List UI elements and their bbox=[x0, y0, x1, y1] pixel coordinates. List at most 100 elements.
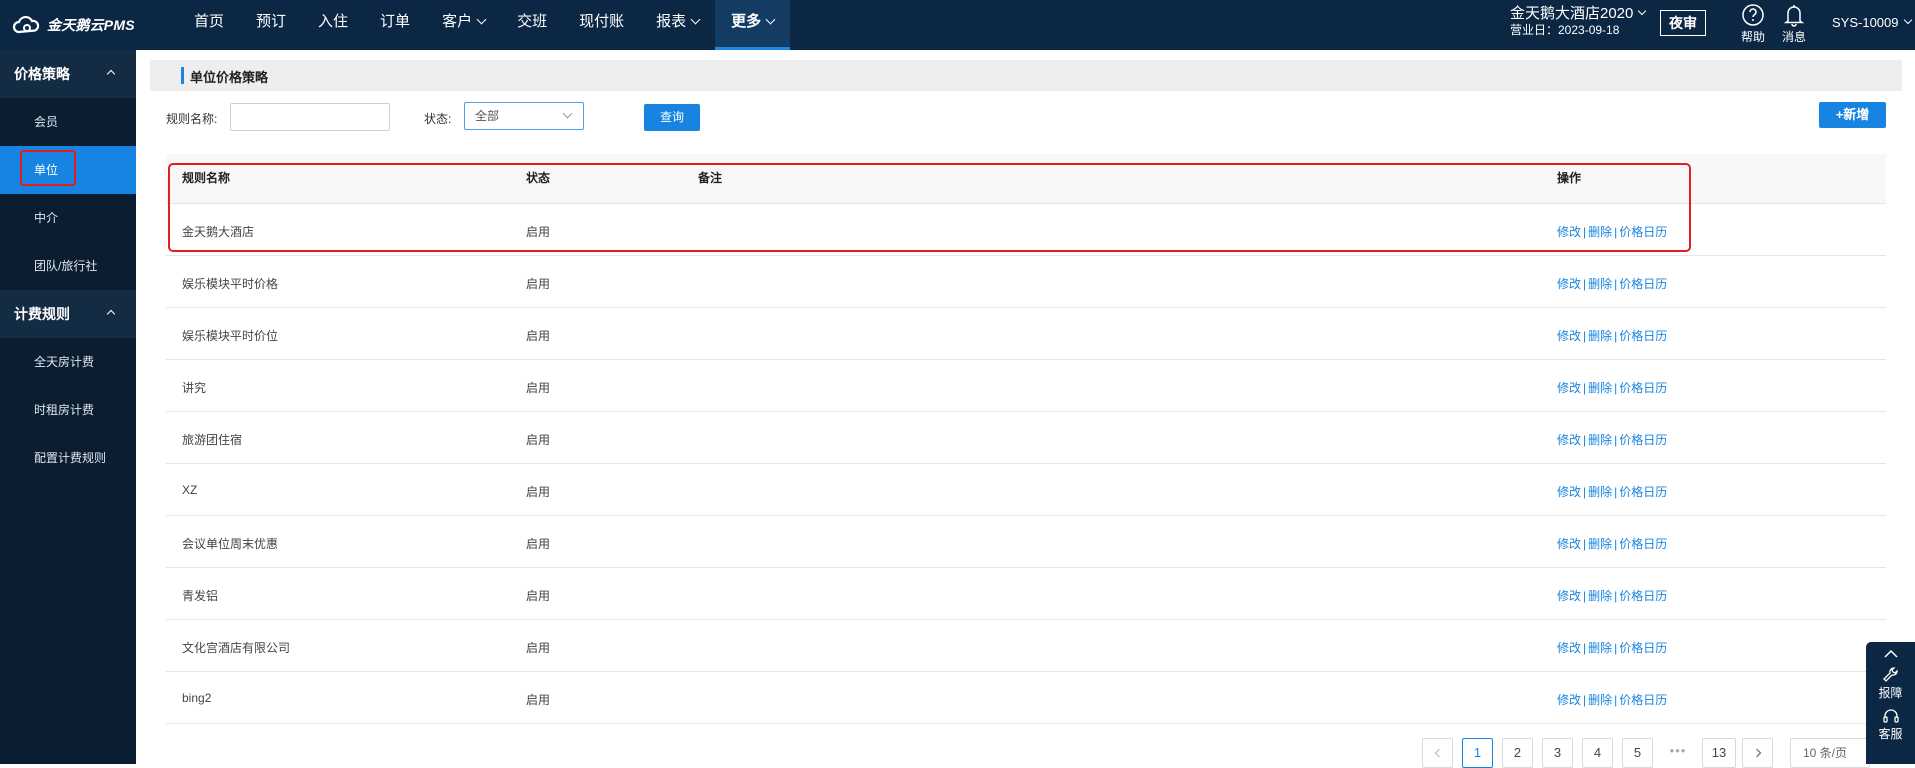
nav-item-2[interactable]: 入住 bbox=[302, 0, 364, 50]
edit-link[interactable]: 修改 bbox=[1557, 537, 1581, 551]
delete-link[interactable]: 删除 bbox=[1588, 381, 1612, 395]
messages-button[interactable]: 消息 bbox=[1777, 2, 1811, 45]
cell-rule-name: 青发铝 bbox=[182, 589, 219, 603]
bell-icon bbox=[1783, 5, 1805, 27]
service-label: 客服 bbox=[1878, 727, 1903, 741]
app-logo[interactable]: 金天鹅云PMS bbox=[12, 12, 135, 38]
page-title: 单位价格策略 bbox=[190, 70, 269, 85]
nav-item-5[interactable]: 交班 bbox=[501, 0, 563, 50]
sidebar-item-label: 全天房计费 bbox=[34, 355, 95, 369]
pagination-ellipsis[interactable]: ••• bbox=[1664, 738, 1692, 764]
cell-ops: 修改 | 删除 | 价格日历 bbox=[1557, 327, 1667, 344]
ops-separator: | bbox=[1583, 485, 1587, 499]
delete-link[interactable]: 删除 bbox=[1588, 329, 1612, 343]
ops-separator: | bbox=[1614, 433, 1618, 447]
edit-link[interactable]: 修改 bbox=[1557, 641, 1581, 655]
edit-link[interactable]: 修改 bbox=[1557, 589, 1581, 603]
edit-link[interactable]: 修改 bbox=[1557, 225, 1581, 239]
price-calendar-link[interactable]: 价格日历 bbox=[1619, 329, 1667, 343]
price-calendar-link[interactable]: 价格日历 bbox=[1619, 433, 1667, 447]
section-accent-bar bbox=[181, 67, 184, 84]
nav-item-3[interactable]: 订单 bbox=[364, 0, 426, 50]
chevron-down-icon bbox=[476, 14, 487, 25]
nav-item-1[interactable]: 预订 bbox=[240, 0, 302, 50]
user-menu[interactable]: SYS-10009 bbox=[1832, 15, 1912, 30]
column-header-name: 规则名称 bbox=[182, 171, 231, 185]
price-calendar-link[interactable]: 价格日历 bbox=[1619, 641, 1667, 655]
cell-ops: 修改 | 删除 | 价格日历 bbox=[1557, 639, 1667, 656]
sidebar-item-1-1[interactable]: 时租房计费 bbox=[0, 386, 136, 434]
cell-ops: 修改 | 删除 | 价格日历 bbox=[1557, 587, 1667, 604]
query-button[interactable]: 查询 bbox=[644, 104, 700, 131]
sidebar-group-0[interactable]: 价格策略 bbox=[0, 50, 136, 98]
sidebar-item-1-0[interactable]: 全天房计费 bbox=[0, 338, 136, 386]
delete-link[interactable]: 删除 bbox=[1588, 537, 1612, 551]
sidebar-item-label: 时租房计费 bbox=[34, 403, 95, 417]
delete-link[interactable]: 删除 bbox=[1588, 225, 1612, 239]
sidebar-group-1[interactable]: 计费规则 bbox=[0, 290, 136, 338]
headset-icon bbox=[1882, 709, 1899, 723]
sidebar-item-0-2[interactable]: 中介 bbox=[0, 194, 136, 242]
ops-separator: | bbox=[1583, 641, 1587, 655]
ops-separator: | bbox=[1614, 485, 1618, 499]
nav-item-label: 入住 bbox=[318, 13, 349, 30]
sidebar-item-0-1[interactable]: 单位 bbox=[0, 146, 136, 194]
cell-status: 启用 bbox=[526, 225, 551, 239]
chevron-right-icon bbox=[1755, 748, 1761, 758]
delete-link[interactable]: 删除 bbox=[1588, 693, 1612, 707]
rule-name-input[interactable] bbox=[230, 103, 390, 131]
customer-service-button[interactable]: 客服 bbox=[1866, 707, 1915, 742]
nav-item-7[interactable]: 报表 bbox=[640, 0, 715, 50]
add-button[interactable]: +新增 bbox=[1819, 102, 1886, 128]
cell-ops: 修改 | 删除 | 价格日历 bbox=[1557, 379, 1667, 396]
price-calendar-link[interactable]: 价格日历 bbox=[1619, 381, 1667, 395]
delete-link[interactable]: 删除 bbox=[1588, 589, 1612, 603]
delete-link[interactable]: 删除 bbox=[1588, 277, 1612, 291]
edit-link[interactable]: 修改 bbox=[1557, 277, 1581, 291]
scroll-top-button[interactable] bbox=[1866, 642, 1915, 660]
hotel-name: 金天鹅大酒店2020 bbox=[1510, 5, 1634, 22]
price-calendar-link[interactable]: 价格日历 bbox=[1619, 537, 1667, 551]
cell-rule-name: 娱乐模块平时价位 bbox=[182, 329, 279, 343]
sidebar-item-0-0[interactable]: 会员 bbox=[0, 98, 136, 146]
status-select[interactable]: 全部 bbox=[464, 102, 584, 130]
edit-link[interactable]: 修改 bbox=[1557, 485, 1581, 499]
chevron-down-icon bbox=[1903, 15, 1912, 25]
nav-item-label: 报表 bbox=[656, 13, 687, 30]
nav-item-label: 订单 bbox=[380, 13, 411, 30]
ops-separator: | bbox=[1614, 225, 1618, 239]
nav-item-8[interactable]: 更多 bbox=[715, 0, 791, 50]
chevron-up-icon bbox=[106, 309, 116, 319]
delete-link[interactable]: 删除 bbox=[1588, 433, 1612, 447]
hotel-switcher[interactable]: 金天鹅大酒店2020 营业日：2023-09-18 bbox=[1510, 5, 1647, 39]
help-button[interactable]: 帮助 bbox=[1736, 2, 1770, 45]
edit-link[interactable]: 修改 bbox=[1557, 433, 1581, 447]
price-calendar-link[interactable]: 价格日历 bbox=[1619, 589, 1667, 603]
report-issue-button[interactable]: 报障 bbox=[1866, 666, 1915, 701]
cell-ops: 修改 | 删除 | 价格日历 bbox=[1557, 431, 1667, 448]
ops-separator: | bbox=[1614, 381, 1618, 395]
night-audit-button[interactable]: 夜审 bbox=[1660, 10, 1706, 36]
edit-link[interactable]: 修改 bbox=[1557, 693, 1581, 707]
status-select-value: 全部 bbox=[475, 109, 500, 123]
cell-ops: 修改 | 删除 | 价格日历 bbox=[1557, 691, 1667, 708]
ops-separator: | bbox=[1583, 329, 1587, 343]
nav-item-6[interactable]: 现付账 bbox=[563, 0, 640, 50]
edit-link[interactable]: 修改 bbox=[1557, 381, 1581, 395]
delete-link[interactable]: 删除 bbox=[1588, 641, 1612, 655]
sidebar-item-1-2[interactable]: 配置计费规则 bbox=[0, 434, 136, 482]
nav-item-0[interactable]: 首页 bbox=[178, 0, 240, 50]
price-calendar-link[interactable]: 价格日历 bbox=[1619, 225, 1667, 239]
price-calendar-link[interactable]: 价格日历 bbox=[1619, 693, 1667, 707]
sidebar-item-0-3[interactable]: 团队/旅行社 bbox=[0, 242, 136, 290]
price-calendar-link[interactable]: 价格日历 bbox=[1619, 485, 1667, 499]
chevron-down-icon bbox=[765, 14, 776, 25]
business-date: 营业日：2023-09-18 bbox=[1510, 23, 1620, 37]
delete-link[interactable]: 删除 bbox=[1588, 485, 1612, 499]
price-calendar-link[interactable]: 价格日历 bbox=[1619, 277, 1667, 291]
edit-link[interactable]: 修改 bbox=[1557, 329, 1581, 343]
ops-separator: | bbox=[1614, 329, 1618, 343]
sidebar-item-label: 配置计费规则 bbox=[34, 451, 107, 465]
chevron-down-icon bbox=[562, 108, 573, 119]
nav-item-4[interactable]: 客户 bbox=[426, 0, 501, 50]
